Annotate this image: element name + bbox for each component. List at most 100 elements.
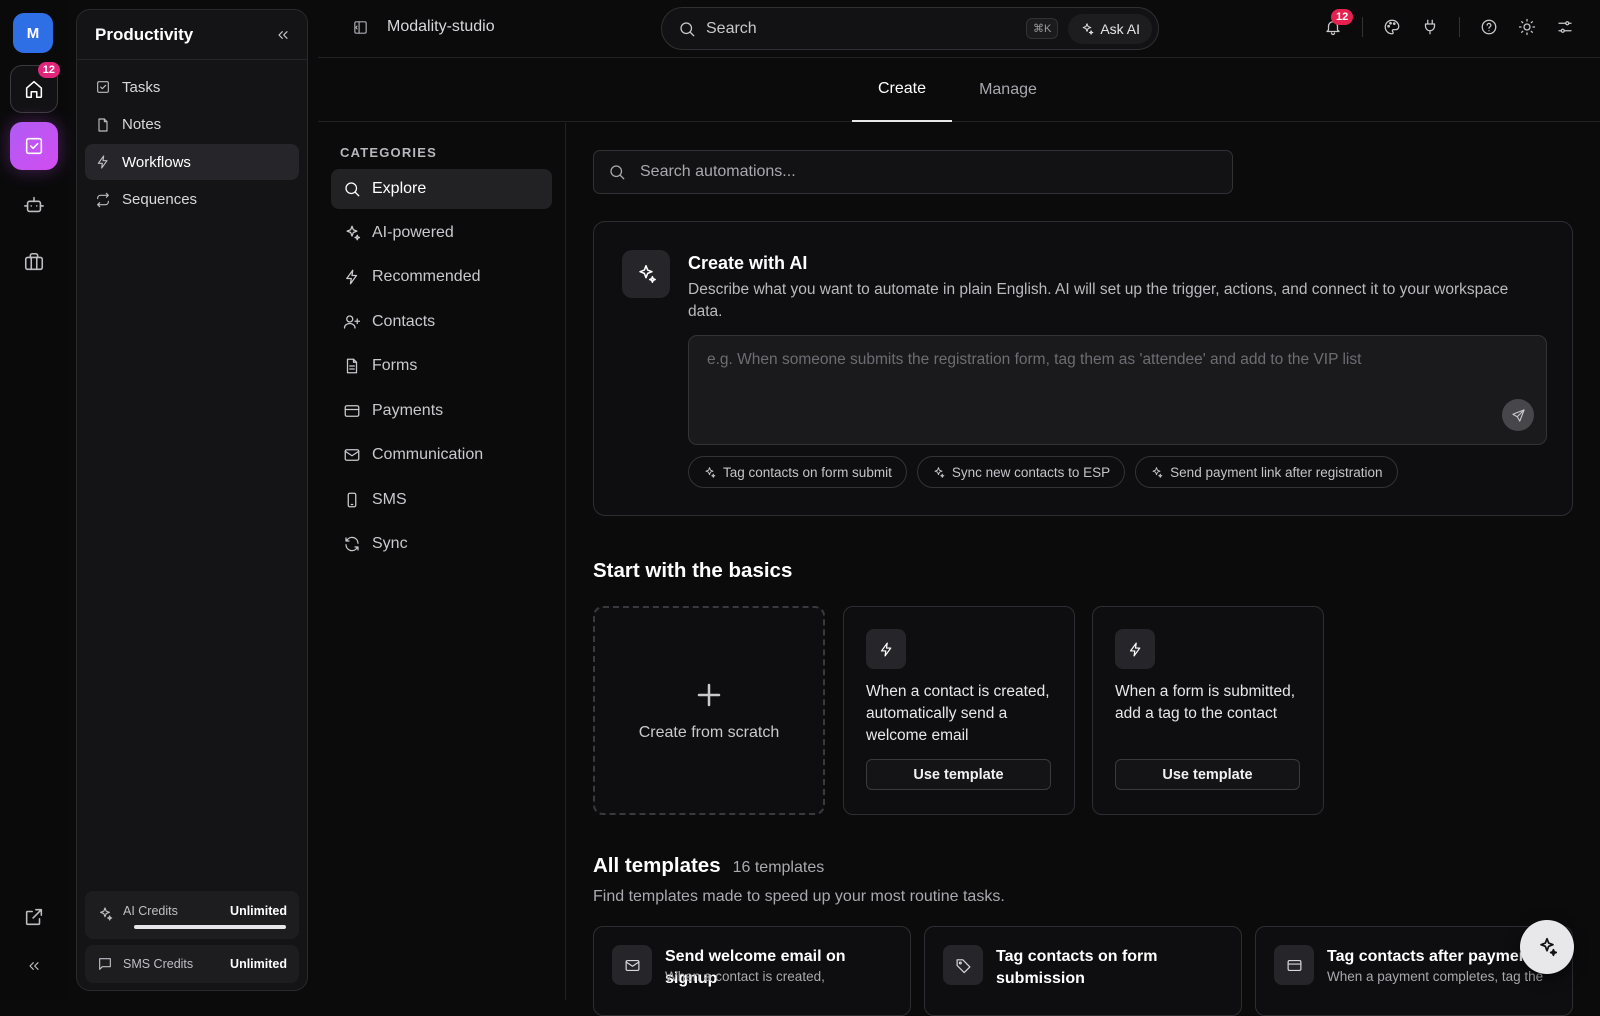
template-icon-box [1274, 945, 1314, 985]
category-label: Contacts [372, 313, 436, 330]
category-contacts[interactable]: Contacts [331, 302, 552, 342]
ai-credits-value: Unlimited [230, 904, 287, 918]
palette-icon[interactable] [1383, 18, 1401, 36]
avatar[interactable]: M [13, 13, 53, 53]
category-label: Communication [372, 446, 484, 463]
plus-icon [697, 683, 721, 706]
ai-credits-fill [134, 925, 286, 929]
ai-card-description: Describe what you want to automate in pl… [688, 281, 1509, 320]
sparkles-icon [705, 466, 716, 478]
tab-bar: Create Manage [318, 58, 1600, 122]
template-description: When a contact is created, automatically… [866, 683, 1050, 744]
categories-panel: CATEGORIES Explore AI-powered Recommende… [318, 123, 566, 1000]
rail-bot-button[interactable] [10, 181, 58, 229]
plug-icon[interactable] [1421, 18, 1439, 36]
global-search[interactable]: Search ⌘K Ask AI [661, 7, 1159, 50]
category-sms[interactable]: SMS [331, 480, 552, 520]
search-shortcut: ⌘K [1025, 18, 1059, 39]
phone-icon [347, 492, 357, 508]
sun-icon[interactable] [1518, 18, 1536, 36]
all-templates-heading: All templates [593, 854, 721, 877]
ai-credits-bar [134, 925, 286, 929]
sidebar-item-label: Tasks [122, 78, 161, 96]
credit-card-icon [1287, 959, 1301, 971]
category-label: Recommended [372, 268, 481, 285]
suggestion-chip[interactable]: Tag contacts on form submit [688, 456, 907, 488]
rail-home-button[interactable]: 12 [10, 62, 60, 113]
sidebar-item-tasks[interactable]: Tasks [85, 69, 299, 105]
category-label: Sync [372, 535, 408, 552]
use-template-button[interactable]: Use template [1115, 759, 1300, 790]
divider [1459, 17, 1460, 37]
ai-prompt-textarea[interactable]: e.g. When someone submits the registrati… [688, 335, 1547, 445]
rail-external-button[interactable] [10, 893, 58, 941]
notifications-button[interactable]: 12 [1324, 9, 1354, 36]
category-ai-powered[interactable]: AI-powered [331, 213, 552, 253]
use-template-button[interactable]: Use template [866, 759, 1051, 790]
category-payments[interactable]: Payments [331, 391, 552, 431]
ask-ai-button[interactable]: Ask AI [1068, 13, 1152, 44]
search-icon [680, 21, 695, 36]
category-sync[interactable]: Sync [331, 524, 552, 564]
ai-card-title: Create with AI [688, 253, 808, 273]
category-explore[interactable]: Explore [331, 169, 552, 209]
category-recommended[interactable]: Recommended [331, 257, 552, 297]
send-prompt-button[interactable] [1502, 399, 1534, 431]
search-icon [345, 182, 360, 197]
send-icon [1511, 408, 1525, 422]
lightning-icon [97, 155, 108, 169]
tab-manage[interactable]: Manage [958, 58, 1058, 122]
sidebar-item-label: Sequences [122, 191, 198, 208]
sidebar: Productivity Tasks Notes Workflows Seque… [76, 9, 308, 991]
templates-count: 16 templates [732, 859, 825, 876]
sidebar-item-sequences[interactable]: Sequences [85, 182, 299, 218]
sparkles-icon [934, 466, 945, 478]
sidebar-item-label: Workflows [122, 153, 191, 171]
ai-prompt-placeholder: e.g. When someone submits the registrati… [707, 351, 1362, 368]
tab-create[interactable]: Create [852, 58, 952, 122]
settings-sliders-icon[interactable] [1556, 18, 1574, 36]
template-card[interactable]: Tag contacts on form submission [924, 926, 1242, 1016]
category-communication[interactable]: Communication [331, 435, 552, 475]
ai-assistant-fab[interactable] [1520, 920, 1574, 974]
automation-search-placeholder: Search automations... [640, 163, 796, 180]
sidebar-item-workflows[interactable]: Workflows [85, 144, 299, 180]
tag-icon [956, 958, 970, 973]
template-title: Tag contacts on form submission [996, 948, 1158, 987]
mail-icon [625, 959, 639, 971]
ai-credits-label: AI Credits [123, 904, 178, 918]
rail-collapse-button[interactable] [10, 942, 58, 990]
mail-icon [344, 449, 360, 461]
category-label: Explore [372, 180, 427, 197]
sidebar-toggle-icon[interactable] [352, 19, 369, 36]
sparkles-icon [1083, 22, 1094, 35]
project-switcher[interactable]: Modality-studio [352, 18, 495, 36]
search-icon [610, 165, 625, 180]
basic-template-card: When a form is submitted, add a tag to t… [1092, 606, 1324, 815]
collapse-sidebar-icon[interactable] [275, 27, 291, 43]
check-square-icon [97, 81, 109, 93]
suggestion-chip[interactable]: Send payment link after registration [1135, 456, 1398, 488]
category-forms[interactable]: Forms [331, 346, 552, 386]
chip-label: Sync new contacts to ESP [951, 464, 1111, 480]
sparkles-icon [639, 264, 656, 284]
credit-card-icon [344, 405, 360, 417]
template-icon-box [943, 945, 983, 985]
robot-icon [24, 196, 44, 213]
automation-search-input[interactable]: Search automations... [593, 150, 1233, 194]
home-icon [25, 80, 43, 99]
rail-briefcase-button[interactable] [10, 238, 58, 286]
help-icon[interactable] [1480, 18, 1498, 36]
sidebar-item-notes[interactable]: Notes [85, 107, 299, 143]
search-placeholder: Search [706, 19, 757, 37]
all-templates-title: All templates 16 templates [593, 854, 824, 878]
category-label: Payments [372, 402, 444, 419]
sidebar-header: Productivity [77, 10, 307, 60]
suggestion-chip[interactable]: Sync new contacts to ESP [916, 456, 1126, 488]
template-icon-box [1115, 629, 1155, 669]
rail-tasks-button[interactable] [10, 122, 58, 170]
create-from-scratch-card[interactable]: Create from scratch [593, 606, 825, 815]
top-actions: 12 [1324, 9, 1574, 37]
top-bar: Modality-studio Search ⌘K Ask AI 12 [318, 0, 1600, 58]
template-card[interactable]: Send welcome email on signup When a cont… [593, 926, 911, 1016]
